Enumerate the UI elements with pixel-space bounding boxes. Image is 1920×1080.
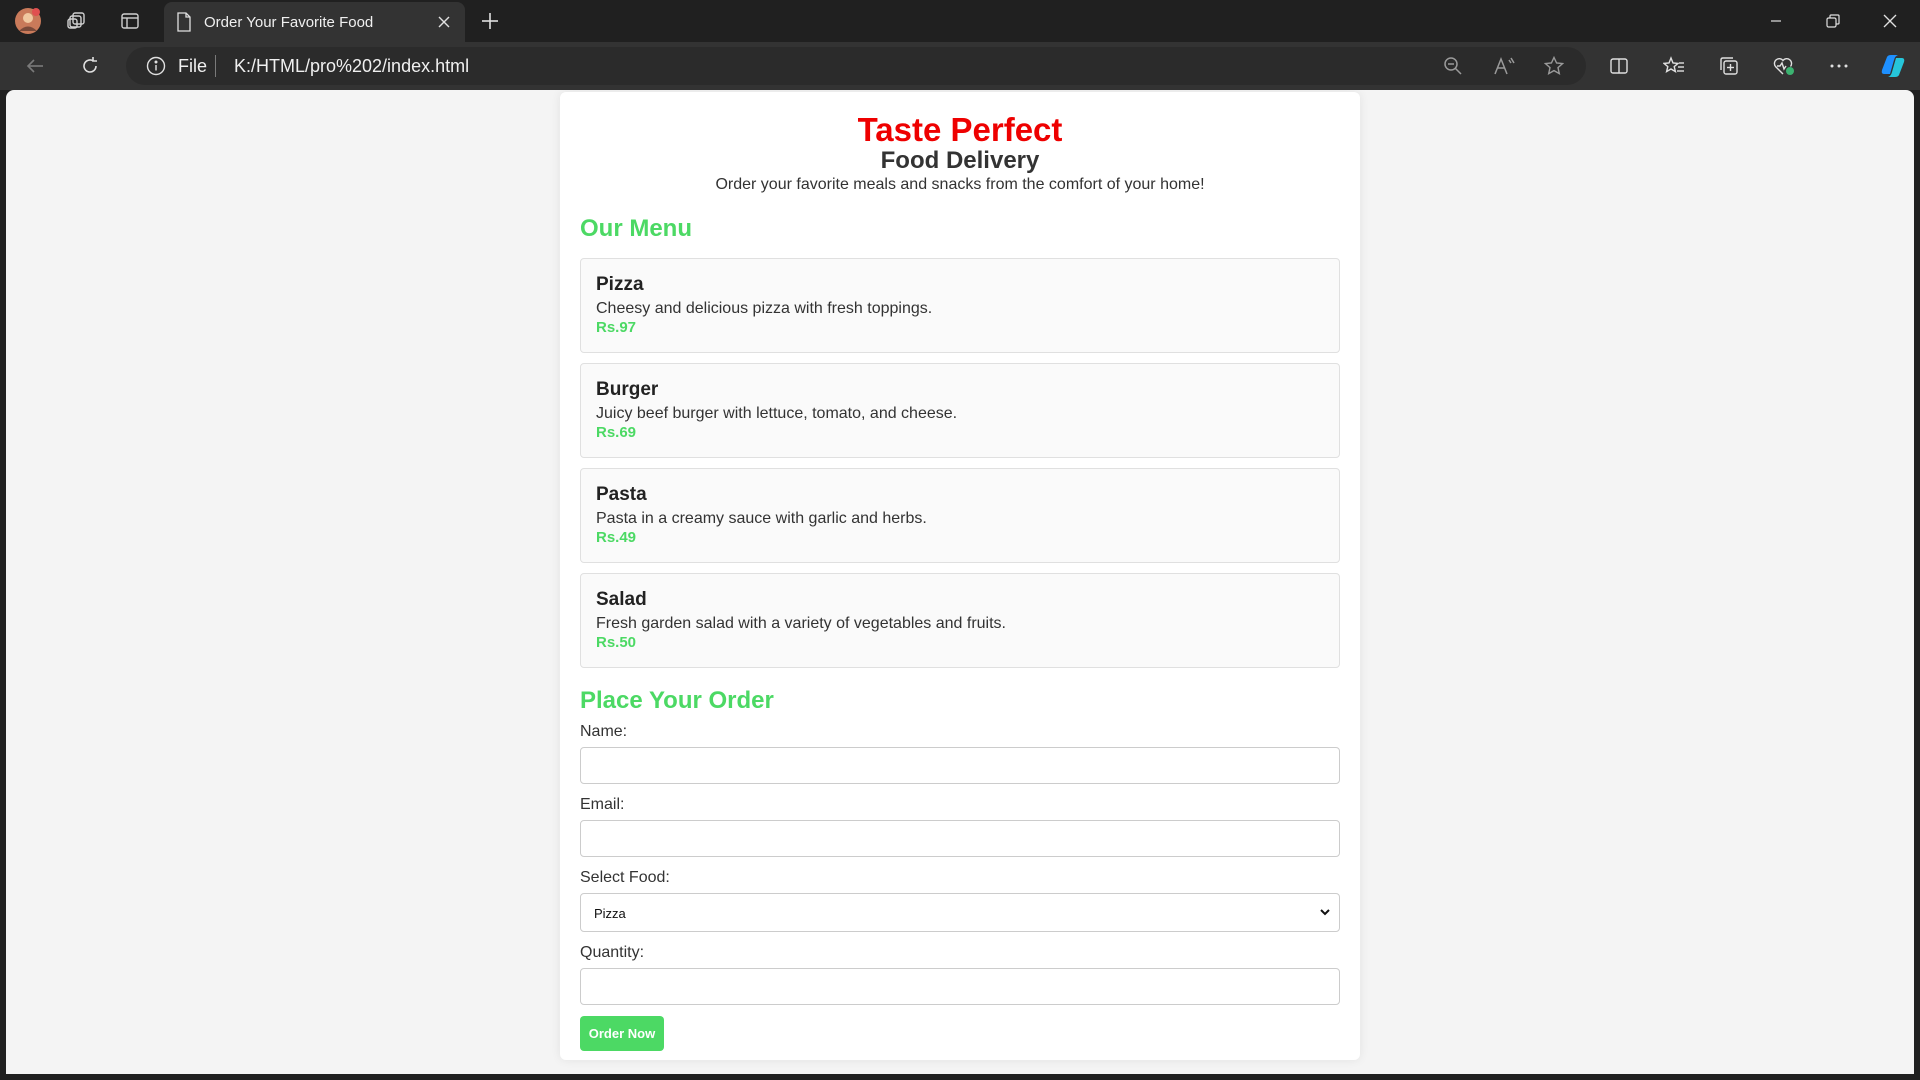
menu-item-price: Rs.49 (596, 529, 637, 546)
order-heading: Place Your Order (580, 687, 774, 714)
order-now-button[interactable]: Order Now (580, 1016, 664, 1051)
food-select-value: Pizza (594, 906, 626, 921)
new-tab-icon[interactable] (474, 5, 506, 37)
zoom-out-icon[interactable] (1437, 50, 1469, 82)
favorite-star-icon[interactable] (1538, 50, 1570, 82)
menu-item-description: Juicy beef burger with lettuce, tomato, … (596, 405, 958, 422)
menu-item-name: Burger (596, 379, 659, 400)
menu-item-description: Pasta in a creamy sauce with garlic and … (596, 510, 927, 527)
menu-item-pizza: Pizza Cheesy and delicious pizza with fr… (580, 258, 1340, 353)
profile-avatar-icon[interactable] (12, 5, 44, 37)
menu-item-price: Rs.69 (596, 424, 637, 441)
window-close-icon[interactable] (1862, 0, 1918, 42)
main-container: Taste Perfect Food Delivery Order your f… (560, 92, 1360, 1060)
minimize-icon[interactable] (1748, 0, 1804, 42)
menu-item-burger: Burger Juicy beef burger with lettuce, t… (580, 363, 1340, 458)
tab-actions-icon[interactable] (114, 5, 146, 37)
address-separator (215, 55, 216, 77)
name-label: Name: (580, 723, 628, 740)
menu-heading: Our Menu (580, 215, 692, 242)
site-title: Taste Perfect (857, 111, 1063, 148)
menu-item-description: Fresh garden salad with a variety of veg… (596, 615, 1006, 632)
email-label: Email: (580, 796, 625, 813)
email-input[interactable] (580, 820, 1340, 857)
menu-list: Pizza Cheesy and delicious pizza with fr… (580, 258, 1340, 668)
url-text[interactable]: K:/HTML/pro%202/index.html (234, 56, 469, 77)
info-icon[interactable] (146, 56, 166, 81)
menu-item-name: Pasta (596, 484, 647, 505)
menu-item-name: Pizza (596, 274, 644, 295)
page-viewport: Taste Perfect Food Delivery Order your f… (6, 90, 1914, 1074)
menu-item-name: Salad (596, 589, 647, 610)
site-subtitle: Food Delivery (880, 147, 1040, 174)
menu-item-pasta: Pasta Pasta in a creamy sauce with garli… (580, 468, 1340, 563)
site-tagline: Order your favorite meals and snacks fro… (715, 176, 1205, 193)
browser-tab-bar: Order Your Favorite Food (0, 0, 1920, 42)
menu-item-description: Cheesy and delicious pizza with fresh to… (596, 300, 933, 317)
protocol-label: File (178, 56, 208, 76)
browser-essentials-icon[interactable] (1767, 50, 1801, 82)
menu-item-price: Rs.97 (596, 319, 637, 336)
more-icon[interactable] (1822, 50, 1856, 82)
name-input[interactable] (580, 747, 1340, 784)
favorites-icon[interactable] (1657, 50, 1691, 82)
menu-item-salad: Salad Fresh garden salad with a variety … (580, 573, 1340, 668)
restore-icon[interactable] (1805, 0, 1861, 42)
quantity-input[interactable] (580, 968, 1340, 1005)
workspaces-icon[interactable] (61, 5, 93, 37)
split-screen-icon[interactable] (1602, 50, 1636, 82)
read-aloud-icon[interactable] (1488, 50, 1520, 82)
menu-item-price: Rs.50 (596, 634, 637, 651)
order-form: Name: Email: Select Food: Pizza Quantity… (580, 722, 1340, 1051)
food-select[interactable]: Pizza (580, 893, 1340, 932)
collections-icon[interactable] (1712, 50, 1746, 82)
close-icon[interactable] (433, 11, 455, 33)
select-food-label: Select Food: (580, 869, 670, 886)
tab-title: Order Your Favorite Food (204, 14, 374, 31)
tab-order-your-favorite-food[interactable]: Order Your Favorite Food (164, 2, 465, 42)
back-icon[interactable] (19, 50, 51, 82)
browser-toolbar: File K:/HTML/pro%202/index.html (0, 42, 1920, 90)
chevron-down-icon (1319, 906, 1331, 921)
address-bar[interactable]: File K:/HTML/pro%202/index.html (126, 47, 1586, 85)
quantity-label: Quantity: (580, 944, 645, 961)
copilot-icon[interactable] (1876, 50, 1910, 82)
document-icon (176, 12, 192, 36)
refresh-icon[interactable] (74, 50, 106, 82)
